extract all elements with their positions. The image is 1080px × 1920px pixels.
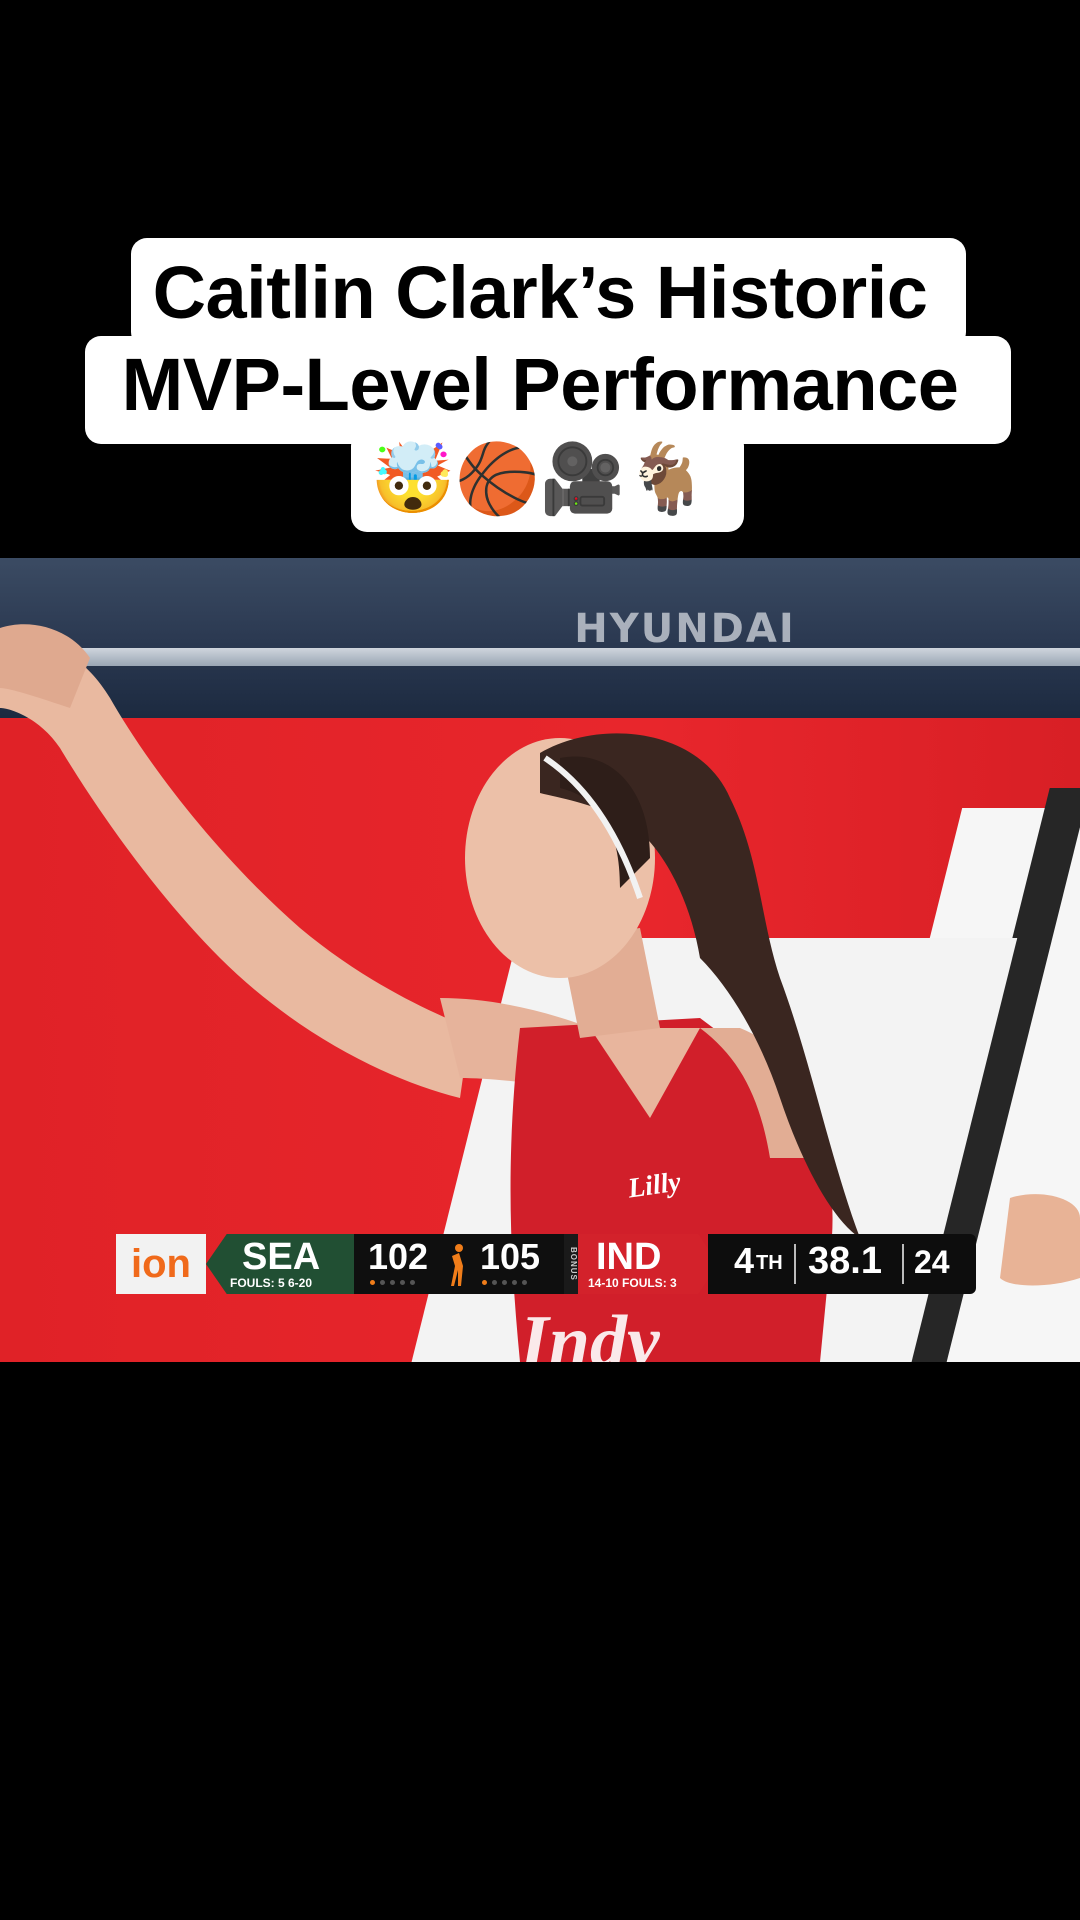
timeout-dot — [370, 1280, 375, 1285]
score-panel: 102 105 — [354, 1234, 564, 1294]
timeout-dot — [502, 1280, 507, 1285]
home-score: 105 — [480, 1236, 541, 1277]
caption-line-2: MVP-Level Performance — [121, 343, 959, 426]
timeout-dot — [400, 1280, 405, 1285]
quarter-number: 4 — [734, 1240, 755, 1281]
clock-divider — [794, 1244, 796, 1284]
away-team-fouls-record: FOULS: 5 6-20 — [230, 1276, 313, 1290]
video-caption: Caitlin Clark’s Historic MVP-Level Perfo… — [0, 0, 1080, 560]
away-timeouts — [370, 1280, 415, 1285]
timeout-dot — [410, 1280, 415, 1285]
caption-emoji: 🤯🏀🎥🐐 — [370, 440, 710, 519]
timeout-dot — [492, 1280, 497, 1285]
timeout-dot — [512, 1280, 517, 1285]
caption-line-1: Caitlin Clark’s Historic — [152, 251, 928, 334]
home-team-abbr: IND — [596, 1236, 662, 1278]
network-logo: ion — [116, 1234, 206, 1294]
home-team-panel: IND 14-10 FOULS: 3 — [578, 1234, 718, 1294]
timeout-dot — [380, 1280, 385, 1285]
home-team-record-fouls: 14-10 FOULS: 3 — [588, 1276, 677, 1290]
home-timeouts — [482, 1280, 527, 1285]
game-clock: 38.1 — [808, 1240, 882, 1282]
bonus-indicator: BONUS — [564, 1234, 578, 1294]
league-logo-icon — [451, 1244, 463, 1286]
timeout-dot — [482, 1280, 487, 1285]
timeout-dot — [522, 1280, 527, 1285]
shot-clock: 24 — [914, 1244, 950, 1280]
quarter-suffix: TH — [756, 1252, 783, 1274]
scorebug: ion SEA FOULS: 5 6-20 102 105 BONUS IND — [116, 1234, 976, 1294]
timeout-dot — [390, 1280, 395, 1285]
away-score: 102 — [368, 1236, 429, 1277]
game-clock-panel: 4 TH 38.1 24 — [708, 1234, 976, 1294]
away-team-panel: SEA FOULS: 5 6-20 — [206, 1234, 354, 1294]
clock-divider — [902, 1244, 904, 1284]
away-team-abbr: SEA — [242, 1236, 321, 1278]
jersey-wordmark: Indy — [520, 1301, 660, 1362]
